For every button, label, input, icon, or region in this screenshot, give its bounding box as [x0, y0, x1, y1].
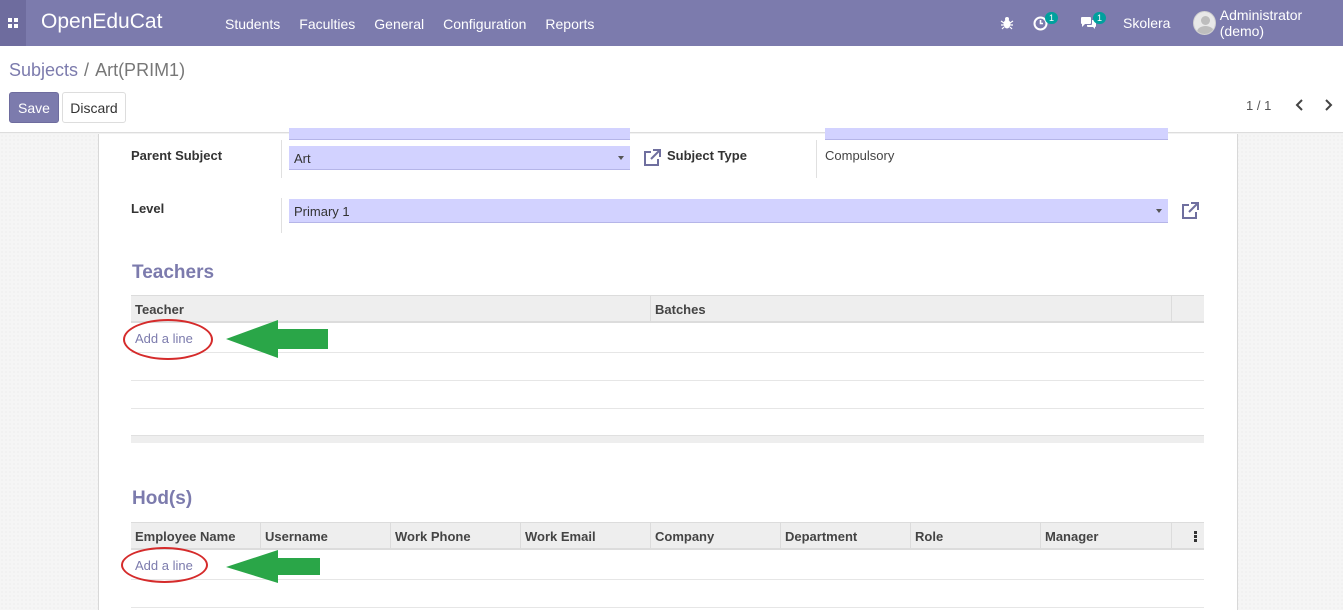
level-value: Primary 1: [294, 204, 350, 219]
menu-item-configuration[interactable]: Configuration: [443, 16, 526, 32]
column-header-role[interactable]: Role: [911, 523, 1041, 550]
dropdown-caret-icon: [618, 156, 624, 160]
brand-name[interactable]: OpenEduCat: [41, 10, 162, 34]
pager-next-button[interactable]: [1318, 95, 1338, 115]
parent-subject-select[interactable]: Art: [289, 146, 630, 170]
arrow-left-icon: [226, 320, 328, 358]
column-header-company[interactable]: Company: [651, 523, 781, 550]
optional-columns-icon[interactable]: [1194, 531, 1197, 542]
scrolled-field-top-right[interactable]: [825, 128, 1168, 140]
save-button[interactable]: Save: [9, 92, 59, 123]
field-divider: [281, 198, 282, 233]
apps-grid-icon: [8, 18, 18, 28]
messages-chat-icon[interactable]: [1080, 0, 1097, 46]
arrow-left-icon: [226, 550, 320, 583]
level-select[interactable]: Primary 1: [289, 199, 1168, 223]
column-header-username[interactable]: Username: [261, 523, 391, 550]
highlight-ellipse: [123, 319, 213, 360]
external-link-icon[interactable]: [1180, 201, 1200, 221]
avatar: [1193, 11, 1216, 35]
menu-item-reports[interactable]: Reports: [545, 16, 594, 32]
table-row: [131, 408, 1204, 409]
pager-value[interactable]: 1 / 1: [1246, 98, 1271, 113]
subject-type-value[interactable]: Compulsory: [825, 148, 894, 163]
column-header-department[interactable]: Department: [781, 523, 911, 550]
main-menu: Students Faculties General Configuration…: [225, 16, 613, 32]
chevron-left-icon: [1295, 99, 1303, 111]
parent-subject-value: Art: [294, 151, 311, 166]
column-header-work-email[interactable]: Work Email: [521, 523, 651, 550]
breadcrumb-current: Art(PRIM1): [95, 60, 186, 80]
discard-button[interactable]: Discard: [62, 92, 126, 123]
debug-bug-icon[interactable]: [1000, 0, 1014, 46]
control-panel: Subjects / Art(PRIM1) Save Discard 1 / 1: [0, 46, 1343, 133]
scrolled-field-top-left[interactable]: [289, 128, 630, 140]
top-navbar: OpenEduCat Students Faculties General Co…: [0, 0, 1343, 46]
parent-subject-label: Parent Subject: [131, 148, 223, 163]
activity-clock-icon[interactable]: [1033, 0, 1048, 46]
hods-table-header: Employee Name Username Work Phone Work E…: [131, 522, 1204, 550]
subject-type-label: Subject Type: [667, 148, 747, 163]
column-header-employee-name[interactable]: Employee Name: [131, 523, 261, 550]
menu-item-students[interactable]: Students: [225, 16, 280, 32]
external-link-icon[interactable]: [642, 148, 662, 168]
field-divider: [281, 140, 282, 178]
column-header-manager[interactable]: Manager: [1041, 523, 1172, 550]
breadcrumb-subjects-link[interactable]: Subjects: [9, 60, 78, 80]
column-header-work-phone[interactable]: Work Phone: [391, 523, 521, 550]
level-label: Level: [131, 201, 165, 216]
activity-count-badge: 1: [1045, 12, 1059, 24]
breadcrumb: Subjects / Art(PRIM1): [9, 60, 185, 81]
table-row: [131, 607, 1204, 608]
column-header-teacher[interactable]: Teacher: [131, 296, 651, 323]
field-divider: [816, 140, 817, 178]
teachers-section-title: Teachers: [132, 262, 215, 283]
menu-item-faculties[interactable]: Faculties: [299, 16, 355, 32]
teachers-table-header: Teacher Batches: [131, 295, 1204, 323]
highlight-ellipse: [121, 547, 208, 583]
messages-count-badge: 1: [1093, 12, 1107, 24]
hods-section-title: Hod(s): [132, 488, 193, 509]
apps-menu-button[interactable]: [0, 0, 26, 46]
pager-previous-button[interactable]: [1290, 95, 1310, 115]
chevron-right-icon: [1325, 99, 1333, 111]
menu-item-general[interactable]: General: [374, 16, 424, 32]
breadcrumb-separator: /: [84, 60, 90, 80]
user-name: Administrator (demo): [1219, 7, 1303, 39]
table-row: [131, 380, 1204, 381]
teachers-table-footer: [131, 435, 1204, 443]
dropdown-caret-icon: [1156, 209, 1162, 213]
company-switcher[interactable]: Skolera: [1123, 0, 1170, 46]
column-header-batches[interactable]: Batches: [651, 296, 1172, 323]
user-menu[interactable]: Administrator (demo): [1193, 0, 1343, 46]
